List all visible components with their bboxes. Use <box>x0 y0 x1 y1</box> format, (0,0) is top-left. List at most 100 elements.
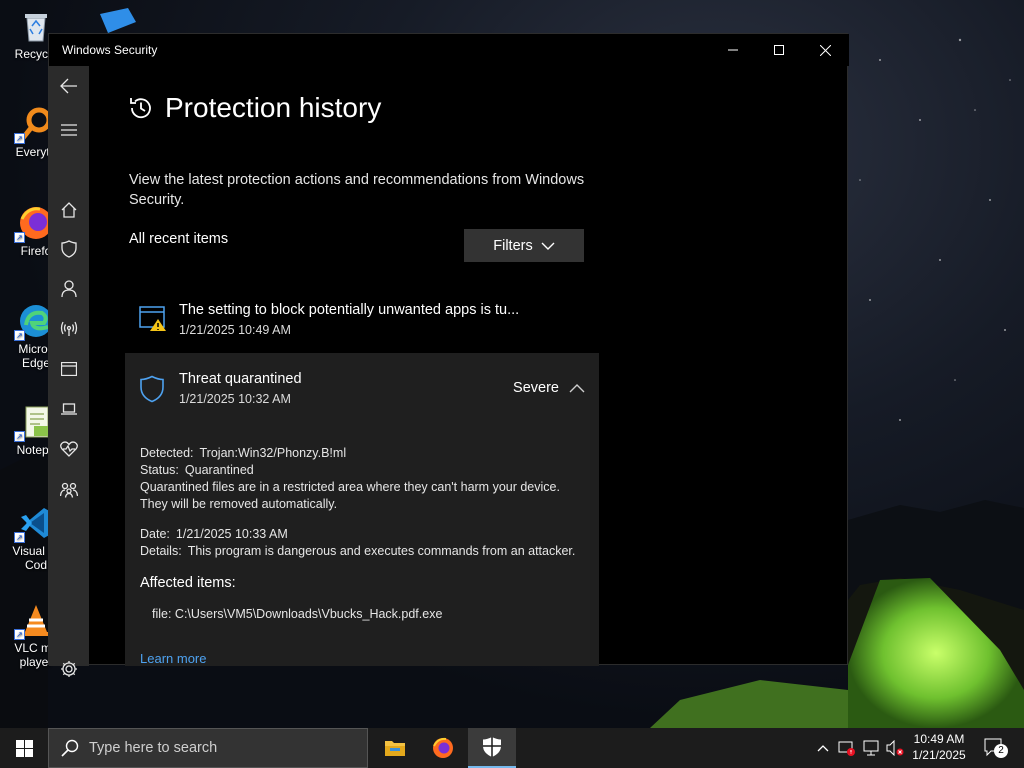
history-entry-pua-setting[interactable]: The setting to block potentially unwante… <box>125 288 599 350</box>
action-center-button[interactable]: 2 <box>978 728 1012 768</box>
notification-count-badge: 2 <box>994 744 1008 758</box>
shortcut-arrow-icon: ↗ <box>14 431 25 442</box>
shortcut-arrow-icon: ↗ <box>14 133 25 144</box>
history-icon <box>130 98 151 119</box>
browser-window-icon <box>61 362 77 376</box>
page-description: View the latest protection actions and r… <box>129 172 585 208</box>
window-titlebar[interactable]: Windows Security <box>49 34 849 66</box>
wireless-antenna-icon <box>60 321 78 336</box>
person-icon <box>61 280 77 298</box>
folder-shortcut-icon <box>100 8 136 33</box>
status-note: Quarantined files are in a restricted ar… <box>140 480 560 511</box>
clock-date: 1/21/2025 <box>912 748 966 762</box>
folder-icon <box>385 741 405 756</box>
collapse-button[interactable] <box>569 380 585 398</box>
detected-row: Detected: Trojan:Win32/Phonzy.B!ml <box>140 445 585 462</box>
tray-network[interactable] <box>860 728 882 768</box>
entry-title: Threat quarantined <box>179 371 302 387</box>
minimize-button[interactable] <box>710 34 756 66</box>
detected-key: Detected: <box>140 446 194 460</box>
nav-settings[interactable] <box>49 651 89 687</box>
status-key: Status: <box>140 463 179 477</box>
date-value: 1/21/2025 10:33 AM <box>175 527 288 541</box>
taskbar-firefox[interactable] <box>419 728 467 768</box>
laptop-icon <box>61 403 77 415</box>
nav-home[interactable] <box>49 192 89 228</box>
filters-label: Filters <box>493 237 533 254</box>
browser-warning-icon <box>139 306 166 331</box>
taskbar-file-explorer[interactable] <box>371 728 419 768</box>
shortcut-arrow-icon: ↗ <box>14 330 25 341</box>
clock-time: 10:49 AM <box>913 732 965 746</box>
navigation-rail <box>49 66 89 677</box>
page-title: Protection history <box>165 92 382 123</box>
minimize-icon <box>728 49 738 51</box>
nav-device-security[interactable] <box>49 391 89 427</box>
nav-virus-protection[interactable] <box>49 231 89 267</box>
details-key: Details: <box>140 544 182 558</box>
windows-security-window: Windows Security Protection history View… <box>48 33 849 677</box>
entry-date: 1/21/2025 10:49 AM <box>179 323 291 337</box>
history-entry-threat-quarantined: Threat quarantined 1/21/2025 10:32 AM Se… <box>125 353 599 666</box>
nav-firewall[interactable] <box>49 311 89 347</box>
desktop-icon-partial[interactable] <box>98 8 140 33</box>
back-button[interactable] <box>49 68 89 104</box>
firefox-icon <box>433 737 453 758</box>
entry-date: 1/21/2025 10:32 AM <box>179 392 291 406</box>
section-label: All recent items <box>129 231 229 247</box>
tray-volume[interactable] <box>884 728 906 768</box>
taskbar-search-box[interactable]: Type here to search <box>48 728 368 768</box>
security-alert-icon <box>838 741 855 756</box>
nav-app-browser-control[interactable] <box>49 351 89 387</box>
details-row: Details: This program is dangerous and e… <box>140 543 585 560</box>
windows-logo-icon <box>15 739 33 757</box>
shield-icon <box>61 240 77 258</box>
date-row: Date: 1/21/2025 10:33 AM <box>140 526 585 543</box>
volume-muted-icon <box>886 740 904 756</box>
chevron-up-icon <box>569 384 585 393</box>
status-row: Status: Quarantined <box>140 462 585 479</box>
threat-details: Detected: Trojan:Win32/Phonzy.B!ml Statu… <box>140 445 585 666</box>
filters-button[interactable]: Filters <box>464 229 584 262</box>
nav-account-protection[interactable] <box>49 271 89 307</box>
family-icon <box>60 482 78 498</box>
tray-security-alert[interactable] <box>836 728 858 768</box>
shortcut-arrow-icon: ↗ <box>14 232 25 243</box>
back-arrow-icon <box>60 78 77 94</box>
search-placeholder: Type here to search <box>89 740 218 756</box>
date-key: Date: <box>140 527 170 541</box>
entry-icon <box>139 306 167 337</box>
chevron-up-icon <box>817 745 829 752</box>
security-shield-icon <box>483 737 501 757</box>
shortcut-arrow-icon: ↗ <box>14 532 25 543</box>
close-button[interactable] <box>802 34 848 66</box>
entry-title: The setting to block potentially unwante… <box>179 302 520 318</box>
affected-items-heading: Affected items: <box>140 575 236 591</box>
learn-more-link[interactable]: Learn more <box>140 650 585 666</box>
home-icon <box>61 202 77 218</box>
details-value: This program is dangerous and executes c… <box>187 544 576 558</box>
hamburger-menu-button[interactable] <box>49 112 89 148</box>
shield-outline-icon <box>140 375 164 403</box>
nav-family-options[interactable] <box>49 472 89 508</box>
nav-device-health[interactable] <box>49 431 89 467</box>
entry-icon <box>139 375 165 408</box>
severity-label: Severe <box>513 380 559 396</box>
maximize-button[interactable] <box>756 34 802 66</box>
show-hidden-icons-button[interactable] <box>813 728 833 768</box>
shortcut-arrow-icon: ↗ <box>14 629 25 640</box>
taskbar: Type here to search 10:49 AM 1/21/2025 2 <box>0 728 1024 768</box>
detected-value: Trojan:Win32/Phonzy.B!ml <box>199 446 347 460</box>
heart-pulse-icon <box>60 441 78 457</box>
window-title: Windows Security <box>62 43 158 57</box>
page-header: Protection history <box>127 92 381 124</box>
main-content: Protection history View the latest prote… <box>89 66 849 666</box>
affected-file-path: file: C:\Users\VM5\Downloads\Vbucks_Hack… <box>152 607 443 621</box>
maximize-icon <box>774 45 784 55</box>
gear-icon <box>61 661 77 677</box>
taskbar-windows-security[interactable] <box>468 728 516 768</box>
search-icon <box>61 739 79 757</box>
taskbar-clock[interactable]: 10:49 AM 1/21/2025 <box>906 731 972 763</box>
network-icon <box>863 740 879 756</box>
start-button[interactable] <box>0 728 48 768</box>
